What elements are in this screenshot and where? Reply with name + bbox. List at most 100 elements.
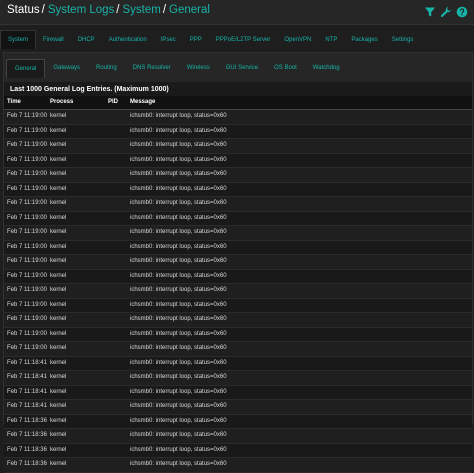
- cell-process: kernel: [50, 113, 67, 119]
- tab-ntp[interactable]: NTP: [318, 32, 344, 48]
- cell-time: Feb 7 11:18:41: [7, 359, 47, 366]
- cell-time: Feb 7 11:18:41: [7, 403, 47, 409]
- cell-time: Feb 7 11:18:36: [7, 432, 47, 438]
- secondary-tabs: General Gateways Routing DNS Resolver Wi…: [6, 59, 348, 78]
- cell-message: ichsmb0: interrupt loop, status=0x60: [130, 446, 227, 453]
- cell-message: ichsmb0: interrupt loop, status=0x60: [130, 214, 227, 221]
- cell-message: ichsmb0: interrupt loop, status=0x60: [130, 113, 227, 119]
- header-time: Time: [7, 99, 21, 105]
- cell-message: ichsmb0: interrupt loop, status=0x60: [130, 461, 227, 467]
- subtab-routing[interactable]: Routing: [88, 59, 125, 77]
- table-row: Feb 7 11:18:41 kernel ichsmb0: interrupt l…: [4, 385, 472, 400]
- subtab-dns-resolver[interactable]: DNS Resolver: [125, 59, 179, 77]
- table-row: Feb 7 11:19:00 kernel ichsmb0: interrupt l…: [4, 153, 472, 168]
- cell-message: ichsmb0: interrupt loop, status=0x60: [130, 287, 227, 293]
- tab-openvpn[interactable]: OpenVPN: [277, 32, 318, 48]
- header-process: Process: [50, 99, 74, 105]
- cell-message: ichsmb0: interrupt loop, status=0x60: [130, 243, 227, 250]
- cell-message: ichsmb0: interrupt loop, status=0x60: [130, 374, 227, 380]
- cell-message: ichsmb0: interrupt loop, status=0x60: [130, 417, 227, 424]
- header-pid: PID: [108, 99, 119, 105]
- cell-process: kernel: [50, 316, 67, 322]
- table-row: Feb 7 11:19:00 kernel ichsmb0: interrupt l…: [4, 284, 472, 299]
- cell-process: kernel: [50, 127, 67, 134]
- subtab-watchdog[interactable]: Watchdog: [305, 59, 348, 77]
- breadcrumb-general[interactable]: General: [169, 4, 210, 16]
- table-row: Feb 7 11:19:00 kernel ichsmb0: interrupt l…: [4, 255, 472, 270]
- tab-authentication[interactable]: Authentication: [102, 32, 154, 48]
- cell-time: Feb 7 11:19:00: [7, 185, 47, 192]
- cell-process: kernel: [50, 243, 67, 250]
- table-row: Feb 7 11:19:00 kernel ichsmb0: interrupt l…: [4, 240, 472, 255]
- cell-time: Feb 7 11:19:00: [7, 287, 47, 293]
- table-row: Feb 7 11:18:36 kernel ichsmb0: interrupt l…: [4, 429, 472, 444]
- cell-process: kernel: [50, 258, 67, 264]
- cell-time: Feb 7 11:19:00: [7, 330, 47, 337]
- tab-firewall[interactable]: Firewall: [36, 32, 71, 48]
- subtab-os-boot[interactable]: OS Boot: [266, 59, 305, 77]
- table-row: Feb 7 11:19:00 kernel ichsmb0: interrupt l…: [4, 211, 472, 226]
- cell-process: kernel: [50, 229, 67, 235]
- cell-message: ichsmb0: interrupt loop, status=0x60: [130, 432, 227, 438]
- table-row: Feb 7 11:18:41 kernel ichsmb0: interrupt l…: [4, 356, 472, 371]
- table-row: Feb 7 11:18:36 kernel ichsmb0: interrupt l…: [4, 458, 472, 473]
- tab-ipsec[interactable]: IPsec: [154, 32, 183, 48]
- cell-process: kernel: [50, 446, 67, 453]
- cell-process: kernel: [50, 301, 67, 308]
- tab-ppp[interactable]: PPP: [183, 32, 209, 48]
- cell-process: kernel: [50, 142, 67, 148]
- cell-message: ichsmb0: interrupt loop, status=0x60: [130, 142, 227, 148]
- breadcrumb-separator: /: [41, 4, 45, 16]
- help-icon[interactable]: [456, 5, 468, 18]
- cell-message: ichsmb0: interrupt loop, status=0x60: [130, 156, 227, 163]
- breadcrumb: Status / System Logs / System / General: [7, 4, 210, 16]
- tab-settings[interactable]: Settings: [385, 32, 421, 48]
- cell-process: kernel: [50, 214, 67, 221]
- cell-message: ichsmb0: interrupt loop, status=0x60: [130, 171, 227, 177]
- cell-message: ichsmb0: interrupt loop, status=0x60: [130, 185, 227, 192]
- wrench-icon[interactable]: [440, 5, 452, 18]
- filter-icon[interactable]: [424, 5, 436, 17]
- table-row: Feb 7 11:19:00 kernel ichsmb0: interrupt l…: [4, 226, 472, 241]
- breadcrumb-system[interactable]: System: [123, 4, 161, 16]
- panel-title: Last 1000 General Log Entries. (Maximum …: [10, 86, 169, 93]
- tab-system[interactable]: System: [0, 30, 37, 49]
- cell-time: Feb 7 11:19:00: [7, 316, 47, 322]
- breadcrumb-system-logs[interactable]: System Logs: [48, 4, 114, 16]
- cell-time: Feb 7 11:19:00: [7, 214, 47, 221]
- cell-time: Feb 7 11:19:00: [7, 243, 47, 250]
- cell-process: kernel: [50, 388, 67, 395]
- cell-message: ichsmb0: interrupt loop, status=0x60: [130, 345, 227, 351]
- cell-process: kernel: [50, 156, 67, 163]
- cell-message: ichsmb0: interrupt loop, status=0x60: [130, 330, 227, 337]
- cell-time: Feb 7 11:19:00: [7, 272, 47, 279]
- tab-pppoe-l2tp-server[interactable]: PPPoE/L2TP Server: [209, 32, 278, 48]
- subtab-general[interactable]: General: [6, 59, 46, 78]
- cell-process: kernel: [50, 330, 67, 337]
- breadcrumb-separator: /: [116, 4, 120, 16]
- cell-time: Feb 7 11:18:41: [7, 388, 47, 395]
- cell-time: Feb 7 11:19:00: [7, 200, 47, 206]
- tab-dhcp[interactable]: DHCP: [71, 32, 102, 48]
- cell-process: kernel: [50, 359, 67, 366]
- cell-time: Feb 7 11:19:00: [7, 142, 47, 148]
- subtab-wireless[interactable]: Wireless: [179, 59, 218, 77]
- subtab-gui-service[interactable]: GUI Service: [218, 59, 266, 77]
- cell-message: ichsmb0: interrupt loop, status=0x60: [130, 316, 227, 322]
- breadcrumb-separator: /: [162, 4, 167, 16]
- secondary-tabs-bar: General Gateways Routing DNS Resolver Wi…: [3, 52, 473, 84]
- cell-process: kernel: [50, 287, 67, 293]
- cell-time: Feb 7 11:19:00: [7, 345, 47, 351]
- table-row: Feb 7 11:19:00 kernel ichsmb0: interrupt l…: [4, 124, 472, 139]
- table-row: Feb 7 11:19:00 kernel ichsmb0: interrupt l…: [4, 313, 472, 328]
- cell-time: Feb 7 11:19:00: [7, 301, 47, 308]
- table-row: Feb 7 11:18:41 kernel ichsmb0: interrupt l…: [4, 400, 472, 415]
- cell-process: kernel: [50, 185, 67, 192]
- cell-message: ichsmb0: interrupt loop, status=0x60: [130, 359, 227, 366]
- table-row: Feb 7 11:19:00 kernel ichsmb0: interrupt l…: [4, 269, 472, 284]
- tab-packages[interactable]: Packages: [344, 32, 384, 48]
- subtab-gateways[interactable]: Gateways: [45, 59, 88, 77]
- table-row: Feb 7 11:19:00 kernel ichsmb0: interrupt l…: [4, 197, 472, 212]
- cell-process: kernel: [50, 417, 67, 424]
- cell-process: kernel: [50, 461, 67, 467]
